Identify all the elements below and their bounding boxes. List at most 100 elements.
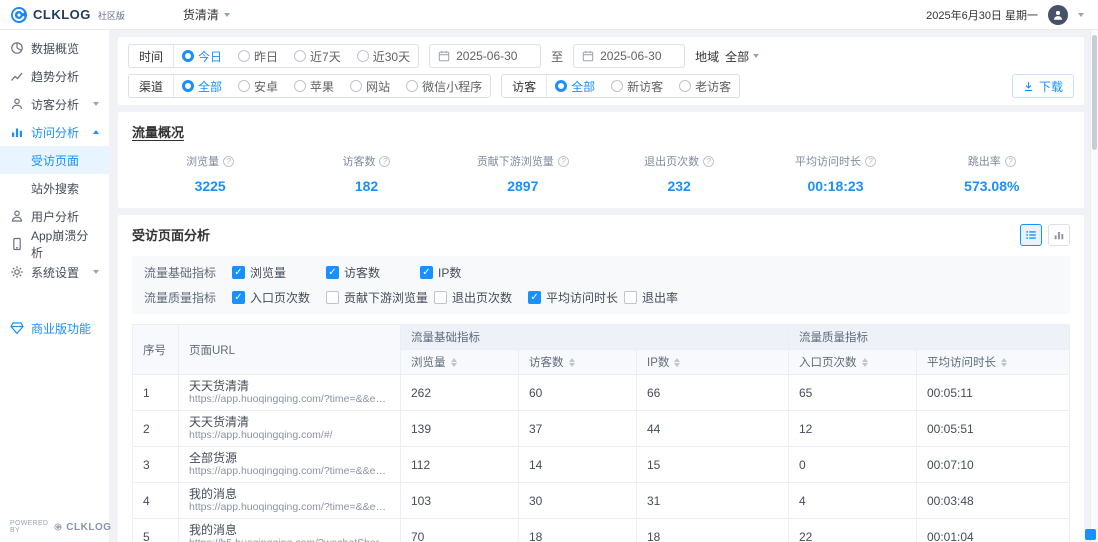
time-filter-label: 时间 [129,45,174,67]
floating-widget[interactable] [1085,529,1096,540]
page-cell: 全部货源https://app.huoqingqing.com/?time=&&… [179,447,401,483]
premium-icon [10,321,24,335]
account-menu-chevron-icon[interactable] [1078,13,1084,17]
app-title: CLKLOG [33,7,91,22]
radio-option[interactable]: 新访客 [603,78,671,95]
radio-option[interactable]: 安卓 [230,78,286,95]
cell-value: 139 [401,411,519,447]
cell-value: 18 [519,519,637,542]
avatar[interactable] [1048,5,1068,25]
sidebar-item-visited-pages[interactable]: 受访页面 [0,146,109,174]
overview-title: 流量概况 [132,122,1070,141]
metric-label: 平均访问时长? [757,153,913,169]
metric-label: 访客数? [288,153,444,169]
sort-desc-icon [1001,363,1007,367]
radio-option[interactable]: 昨日 [230,48,286,65]
sidebar-item-visitor-analysis[interactable]: 访客分析 [0,90,109,118]
checkbox-option[interactable]: 退出率 [624,289,712,306]
vertical-scrollbar[interactable] [1090,30,1098,542]
sidebar-item-system-settings[interactable]: 系统设置 [0,258,109,286]
info-icon[interactable]: ? [1005,156,1016,167]
column-header[interactable]: IP数 [637,350,789,375]
date-to-input[interactable]: 2025-06-30 [573,44,685,68]
page-cell: 天天货清清https://app.huoqingqing.com/?time=&… [179,375,401,411]
checkbox-option[interactable]: ✓浏览量 [232,264,320,281]
sort-desc-icon [451,363,457,367]
project-name: 货清清 [183,6,219,23]
sort-icon[interactable] [451,358,457,367]
checkbox-option[interactable]: ✓IP数 [420,264,508,281]
sidebar-item-commercial-features[interactable]: 商业版功能 [0,314,109,342]
checkbox-option[interactable]: ✓访客数 [326,264,414,281]
scrollbar-thumb[interactable] [1092,35,1097,150]
cell-value: 0 [789,447,917,483]
sidebar-item-user-analysis[interactable]: 用户分析 [0,202,109,230]
sidebar-item-external-search[interactable]: 站外搜索 [0,174,109,202]
list-view-toggle[interactable] [1020,224,1042,246]
page-url: https://app.huoqingqing.com/#/ [189,429,390,442]
sort-icon[interactable] [862,358,868,367]
page-name: 天天货清清 [189,415,390,429]
info-icon[interactable]: ? [558,156,569,167]
column-header[interactable]: 访客数 [519,350,637,375]
sort-icon[interactable] [569,358,575,367]
chart-view-toggle[interactable] [1048,224,1070,246]
visitor-icon [10,97,24,111]
radio-option[interactable]: 苹果 [286,78,342,95]
column-header-url: 页面URL [179,325,401,375]
info-icon[interactable]: ? [223,156,234,167]
basic-metrics-checkboxes: ✓浏览量 ✓访客数 ✓IP数 [232,264,514,281]
chevron-down-icon [224,13,230,17]
region-select[interactable]: 全部 [725,48,759,65]
sort-icon[interactable] [1001,358,1007,367]
radio-option[interactable]: 网站 [342,78,398,95]
sidebar-item-data-overview[interactable]: 数据概览 [0,34,109,62]
sidebar-item-trend-analysis[interactable]: 趋势分析 [0,62,109,90]
column-header[interactable]: 平均访问时长 [917,350,1070,375]
checkbox-option[interactable]: 贡献下游浏览量 [326,289,428,306]
checkbox-label: 入口页次数 [250,289,310,306]
metric: 跳出率?573.08% [914,153,1070,194]
radio-option[interactable]: 今日 [174,48,230,65]
column-header-label: 浏览量 [411,357,446,369]
radio-option[interactable]: 近30天 [349,48,418,65]
sidebar-item-visit-analysis[interactable]: 访问分析 [0,118,109,146]
project-selector[interactable]: 货清清 [183,6,230,23]
calendar-icon [582,50,594,62]
radio-label: 安卓 [254,78,278,95]
sidebar: 数据概览 趋势分析 访客分析 访 [0,30,110,542]
info-icon[interactable]: ? [865,156,876,167]
visitor-filter-label: 访客 [502,75,547,97]
radio-label: 近7天 [310,48,341,65]
date-from-input[interactable]: 2025-06-30 [429,44,541,68]
info-icon[interactable]: ? [703,156,714,167]
radio-option[interactable]: 全部 [547,78,603,95]
metric: 退出页次数?232 [601,153,757,194]
sort-asc-icon [674,358,680,362]
info-icon[interactable]: ? [379,156,390,167]
radio-label: 苹果 [310,78,334,95]
checkbox-option[interactable]: ✓平均访问时长 [528,289,618,306]
radio-option[interactable]: 近7天 [286,48,349,65]
view-toggles [1020,224,1070,246]
checkbox-option[interactable]: 退出页次数 [434,289,522,306]
quality-metrics-checkboxes: ✓入口页次数贡献下游浏览量退出页次数 ✓平均访问时长退出率 [232,289,718,306]
download-button[interactable]: 下载 [1012,74,1074,98]
table-row: 2天天货清清https://app.huoqingqing.com/#/1393… [133,411,1070,447]
user-icon [1052,9,1064,21]
column-header[interactable]: 入口页次数 [789,350,917,375]
traffic-overview-card: 流量概况 浏览量?3225访客数?182贡献下游浏览量?2897退出页次数?23… [118,112,1084,208]
sidebar-item-app-crash-analysis[interactable]: App崩溃分析 [0,230,109,258]
column-header[interactable]: 浏览量 [401,350,519,375]
sort-icon[interactable] [674,358,680,367]
visitor-filter: 访客 全部新访客老访客 [501,74,740,98]
list-icon [1025,229,1037,241]
cell-value: 4 [789,483,917,519]
checkbox-option[interactable]: ✓入口页次数 [232,289,320,306]
radio-option[interactable]: 全部 [174,78,230,95]
radio-option[interactable]: 老访客 [671,78,739,95]
radio-icon [182,80,194,92]
radio-option[interactable]: 微信小程序 [398,78,490,95]
main-content: 时间 今日昨日近7天近30天 2025-06-30 至 2025-06-30 [110,30,1098,542]
download-icon [1023,81,1034,92]
